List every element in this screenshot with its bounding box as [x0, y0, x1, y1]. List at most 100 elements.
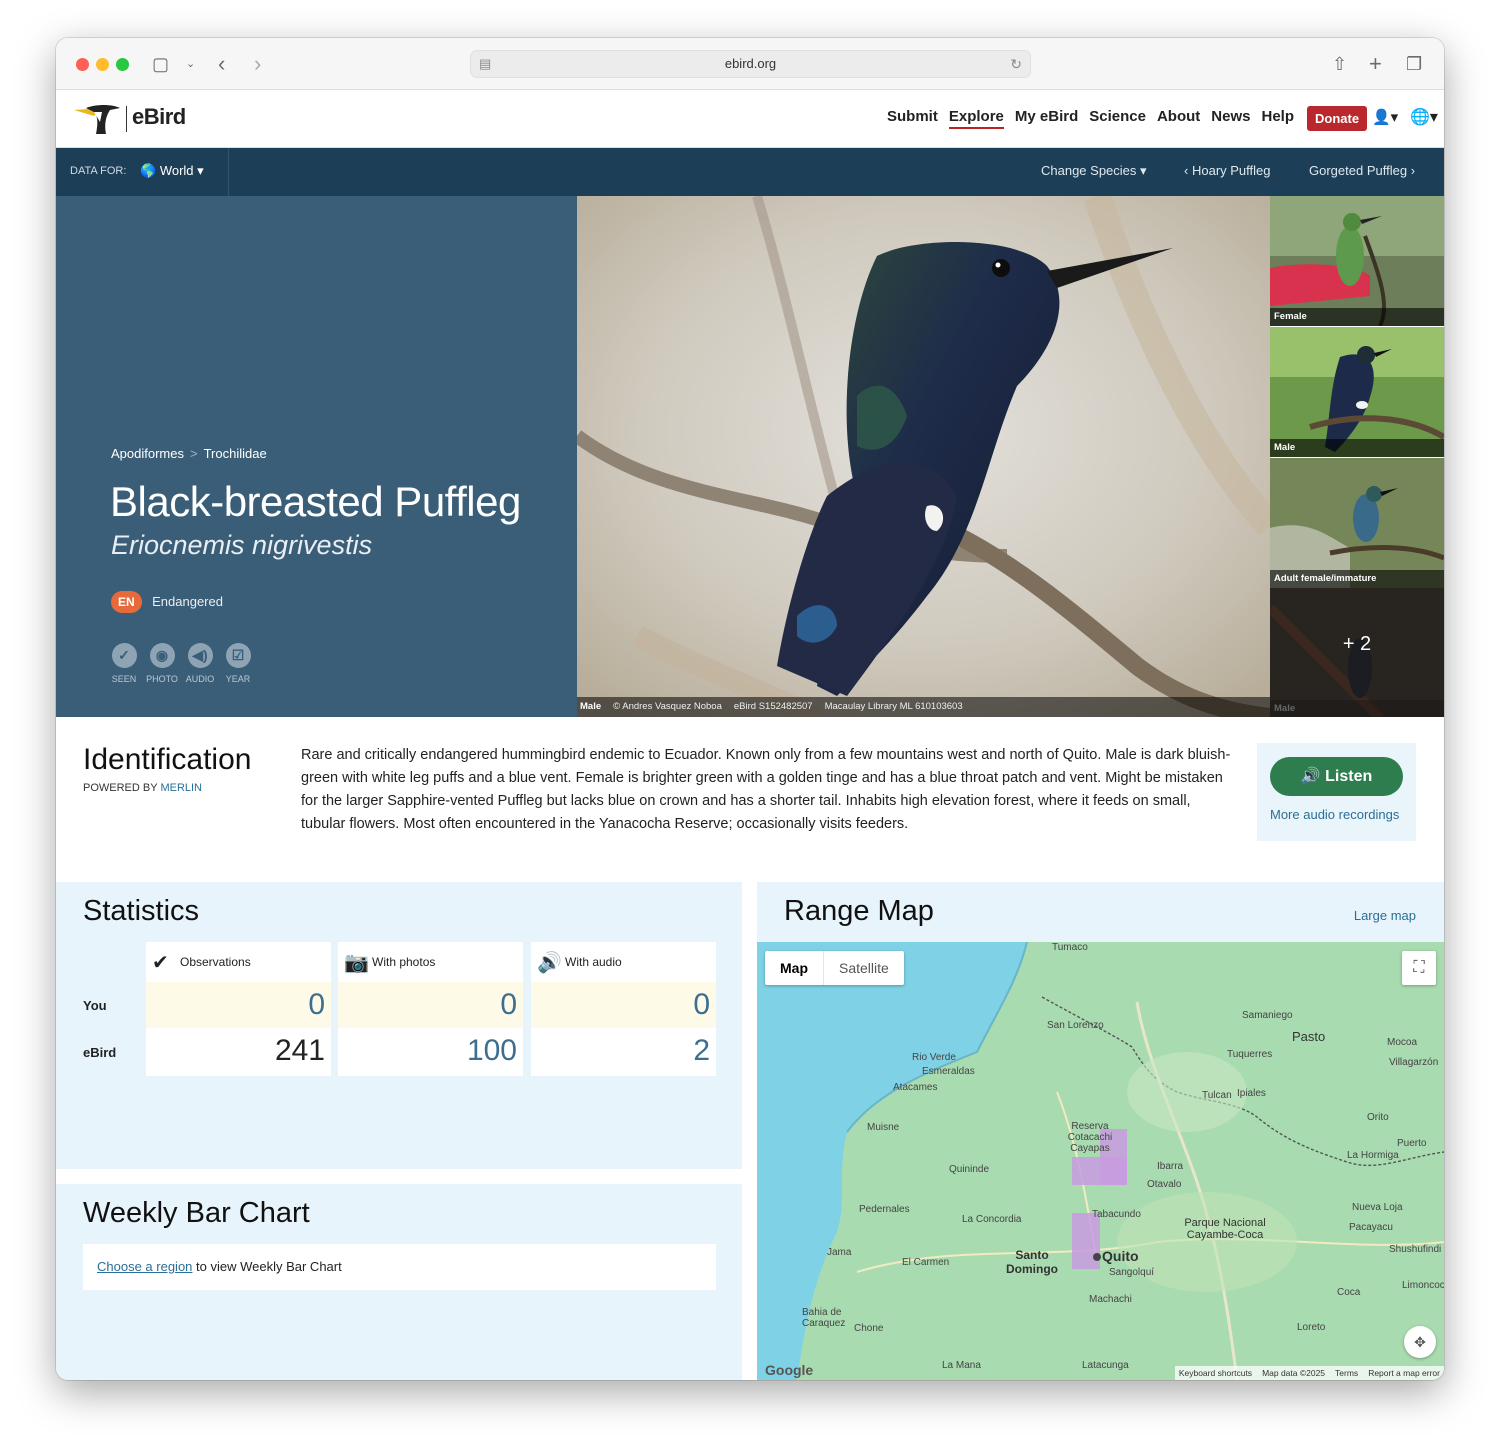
thumbnail-2[interactable]: Male: [1270, 327, 1444, 457]
species-nav-bar: DATA FOR: 🌎 World ▾ Change Species ▾ ‹ H…: [56, 148, 1444, 196]
previous-species-name: Hoary Puffleg: [1191, 163, 1271, 178]
chevron-right-icon: ›: [1410, 163, 1416, 178]
forward-icon[interactable]: ›: [254, 52, 261, 76]
breadcrumb-separator: >: [189, 446, 198, 461]
common-name: Black-breasted Puffleg: [110, 478, 521, 525]
page-settings-icon[interactable]: ▤: [479, 51, 491, 77]
minimize-window-button[interactable]: [96, 58, 109, 71]
weekly-title: Weekly Bar Chart: [83, 1197, 310, 1229]
identification-description: Rare and critically endangered hummingbi…: [301, 747, 1231, 832]
reload-icon[interactable]: ↻: [1010, 51, 1022, 77]
address-bar[interactable]: ▤ ebird.org ↻: [470, 50, 1031, 78]
globe-icon: 🌎: [140, 163, 157, 178]
nav-explore[interactable]: Explore: [948, 108, 1004, 129]
checklist-link[interactable]: eBird S152482507: [734, 701, 813, 712]
stat-card-audio: 🔊 With audio 0 2: [531, 942, 716, 1076]
back-icon[interactable]: ‹: [218, 52, 225, 76]
nav-about[interactable]: About: [1157, 108, 1200, 129]
map-place-label: Muisne: [867, 1122, 900, 1133]
thumbnail-1[interactable]: Female: [1270, 196, 1444, 326]
nav-help[interactable]: Help: [1261, 108, 1294, 129]
map-place-label: El Carmen: [902, 1257, 950, 1268]
map-type-map-button[interactable]: Map: [765, 951, 824, 985]
nav-news[interactable]: News: [1211, 108, 1250, 129]
main-species-photo[interactable]: [577, 196, 1270, 717]
change-species-dropdown[interactable]: Change Species ▾: [1041, 163, 1147, 179]
previous-species-link[interactable]: ‹ Hoary Puffleg: [1184, 163, 1271, 178]
thumbnail-3[interactable]: Adult female/immature: [1270, 458, 1444, 588]
map-camera-control-icon[interactable]: ✥: [1404, 1326, 1436, 1358]
map-place-label: Samaniego: [1242, 1010, 1293, 1021]
divider: [228, 148, 229, 196]
conservation-status[interactable]: EN Endangered: [111, 591, 223, 613]
region-selector[interactable]: 🌎 World ▾: [140, 163, 204, 179]
track-seen[interactable]: ✓ SEEN: [111, 643, 137, 684]
terms-link[interactable]: Terms: [1335, 1366, 1358, 1380]
caret-down-icon: ▾: [197, 163, 204, 178]
range-map[interactable]: Tumaco San Lorenzo Samaniego Pasto Rio V…: [757, 942, 1444, 1380]
track-year[interactable]: ☑ YEAR: [225, 643, 251, 684]
report-map-error-link[interactable]: Report a map error: [1368, 1366, 1440, 1380]
map-place-label: Tumaco: [1052, 942, 1088, 953]
track-audio[interactable]: ◀) AUDIO: [186, 643, 214, 684]
speaker-icon: 🔊: [1300, 768, 1321, 785]
stat-ebird-value[interactable]: 2: [531, 1028, 716, 1074]
thumbnail-caption: Male: [1270, 700, 1444, 718]
map-place-label: Santo Domingo: [1006, 1248, 1058, 1276]
female-hummingbird-image: [1270, 196, 1444, 326]
listen-button[interactable]: 🔊 Listen: [1270, 757, 1403, 796]
merlin-link[interactable]: MERLIN: [160, 782, 202, 794]
stat-card-photos: 📷 With photos 0 100: [338, 942, 523, 1076]
user-menu-icon[interactable]: 👤▾: [1372, 108, 1398, 126]
nav-science[interactable]: Science: [1089, 108, 1146, 129]
life-list-tracks: ✓ SEEN ◉ PHOTO ◀) AUDIO ☑ YEAR: [111, 643, 251, 684]
map-place-label: Coca: [1337, 1287, 1361, 1298]
sidebar-toggle-icon[interactable]: ▢: [152, 52, 169, 76]
map-type-toggle: Map Satellite: [765, 951, 904, 985]
map-place-label: Tuquerres: [1227, 1049, 1273, 1060]
stat-ebird-value[interactable]: 100: [338, 1028, 523, 1074]
track-label: PHOTO: [146, 674, 178, 684]
stat-header: 🔊 With audio: [531, 942, 716, 982]
choose-region-link[interactable]: Choose a region: [97, 1259, 192, 1274]
keyboard-shortcuts-link[interactable]: Keyboard shortcuts: [1179, 1366, 1252, 1380]
scientific-name: Eriocnemis nigrivestis: [111, 530, 373, 560]
family-link[interactable]: Trochilidae: [204, 446, 267, 461]
map-place-label: Chone: [854, 1323, 884, 1334]
share-icon[interactable]: ⇧: [1332, 52, 1347, 76]
order-link[interactable]: Apodiformes: [111, 446, 184, 461]
logo-text[interactable]: eBird: [132, 104, 186, 130]
large-map-link[interactable]: Large map: [1354, 908, 1416, 923]
stat-you-value: 0: [146, 982, 331, 1028]
region-name: World: [159, 163, 194, 178]
close-window-button[interactable]: [76, 58, 89, 71]
zoom-window-button[interactable]: [116, 58, 129, 71]
donate-button[interactable]: Donate: [1307, 106, 1368, 131]
nav-submit[interactable]: Submit: [887, 108, 938, 129]
fullscreen-icon[interactable]: ⛶: [1402, 951, 1436, 985]
macaulay-link[interactable]: Macaulay Library ML 610103603: [825, 701, 963, 712]
stat-ebird-value[interactable]: 241: [146, 1028, 331, 1074]
ebird-logo-icon[interactable]: [72, 102, 124, 136]
thumbnail-more[interactable]: + 2 Male: [1270, 588, 1444, 718]
more-audio-link[interactable]: More audio recordings: [1270, 807, 1399, 822]
tabs-overview-icon[interactable]: ❐: [1406, 52, 1422, 76]
stat-you-value: 0: [531, 982, 716, 1028]
map-place-label: Orito: [1367, 1112, 1389, 1123]
map-footer: Keyboard shortcuts Map data ©2025 Terms …: [1174, 1366, 1444, 1380]
photographer[interactable]: © Andres Vasquez Noboa: [613, 701, 722, 712]
map-place-label: Ipiales: [1237, 1088, 1266, 1099]
stat-label: With photos: [372, 955, 436, 969]
map-place-label: Parque Nacional Cayambe-Coca: [1184, 1217, 1266, 1241]
map-type-satellite-button[interactable]: Satellite: [824, 951, 904, 985]
track-photo[interactable]: ◉ PHOTO: [146, 643, 178, 684]
nav-my-ebird[interactable]: My eBird: [1015, 108, 1078, 129]
language-globe-icon[interactable]: 🌐▾: [1410, 107, 1438, 127]
map-place-label: La Hormiga: [1347, 1150, 1399, 1161]
map-place-label: Puerto: [1397, 1138, 1427, 1149]
map-place-label: Shushufindi: [1389, 1244, 1442, 1255]
new-tab-icon[interactable]: +: [1369, 52, 1382, 76]
chevron-down-icon[interactable]: ⌄: [186, 52, 195, 76]
next-species-link[interactable]: Gorgeted Puffleg ›: [1309, 163, 1415, 178]
female-immature-hummingbird-image: [1270, 458, 1444, 588]
